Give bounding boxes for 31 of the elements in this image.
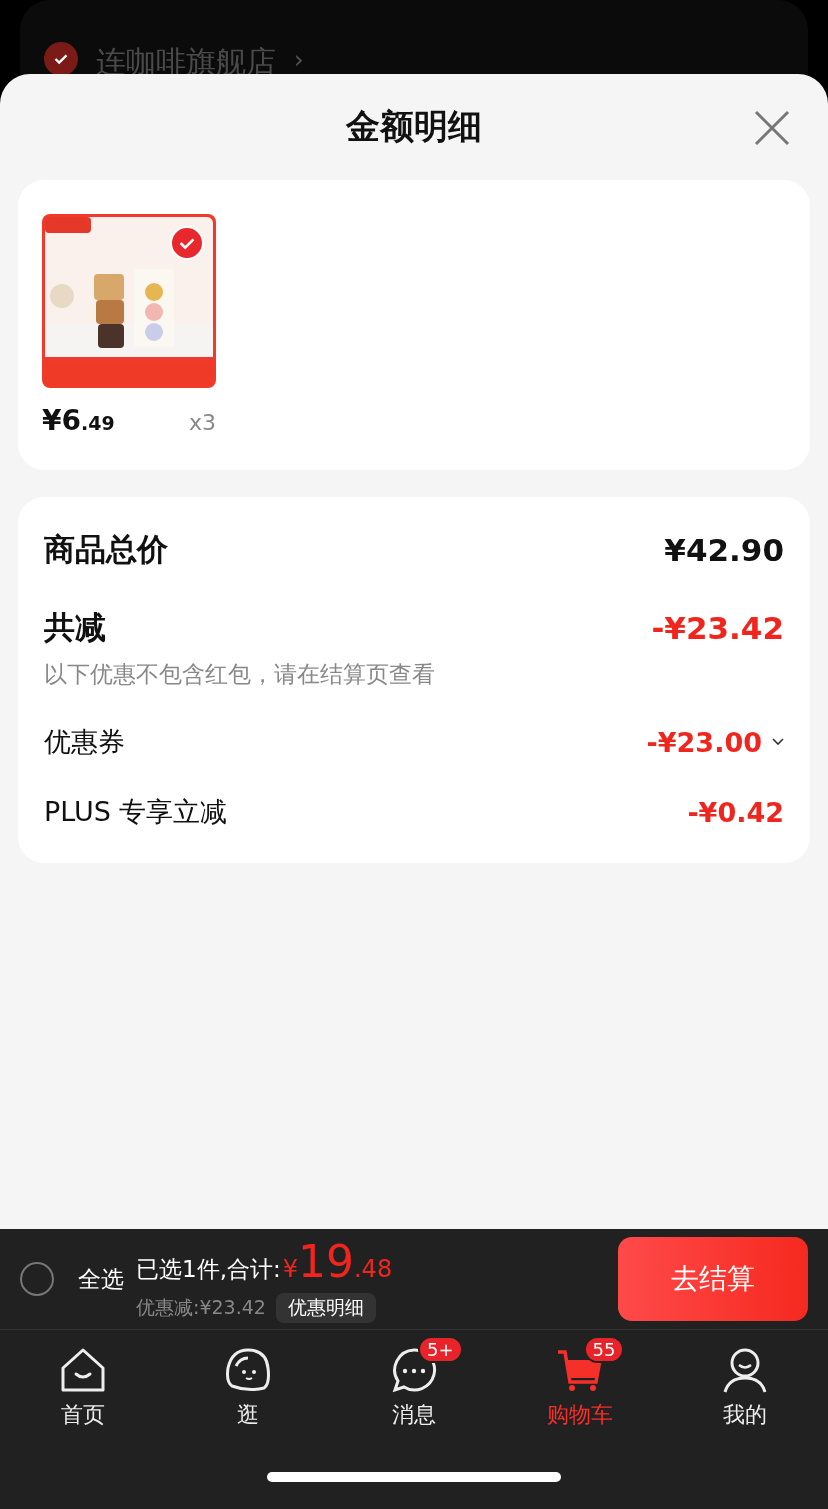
select-all-label[interactable]: 全选 <box>78 1263 124 1295</box>
discount-value: -¥23.42 <box>651 610 784 646</box>
total-value: ¥42.90 <box>664 532 784 568</box>
discount-details-button[interactable]: 优惠明细 <box>275 1292 376 1323</box>
tab-item[interactable]: 我的 <box>662 1330 828 1450</box>
select-all-radio[interactable] <box>20 1262 54 1296</box>
count-badge: 55 <box>583 1336 625 1363</box>
tab-item[interactable]: 首页 <box>0 1330 166 1450</box>
item-price: ¥6.49 <box>42 404 115 437</box>
chevron-icon: › <box>294 46 304 74</box>
discount-line-value: -¥23.00 <box>646 726 762 758</box>
checkout-button[interactable]: 去结算 <box>618 1237 808 1321</box>
tab-item[interactable]: 逛 <box>165 1330 332 1450</box>
item-quantity: x3 <box>188 410 216 435</box>
discount-line-value: -¥0.42 <box>687 796 784 828</box>
count-badge: 5+ <box>418 1336 463 1363</box>
selected-summary: 已选1件,合计: <box>136 1254 281 1284</box>
discount-line-label: PLUS 专享立减 <box>44 795 228 829</box>
tab-item[interactable]: 55 购物车 <box>496 1330 663 1450</box>
total-amount: ¥19.48 <box>282 1235 393 1287</box>
close-icon[interactable] <box>754 110 790 146</box>
tab-item[interactable]: 5+ 消息 <box>331 1330 497 1450</box>
discount-label: 共减 <box>44 608 106 647</box>
total-label: 商品总价 <box>44 530 168 569</box>
discount-note: 以下优惠不包含红包，请在结算页查看 <box>44 660 436 689</box>
discount-line-label: 优惠券 <box>44 725 125 759</box>
chevron-down-icon[interactable] <box>772 738 784 746</box>
check-icon[interactable] <box>44 42 78 76</box>
sheet-title: 金额明细 <box>346 105 482 148</box>
blob-face-icon <box>224 1346 273 1394</box>
saving-text: 优惠减:¥23.42 <box>136 1294 266 1320</box>
